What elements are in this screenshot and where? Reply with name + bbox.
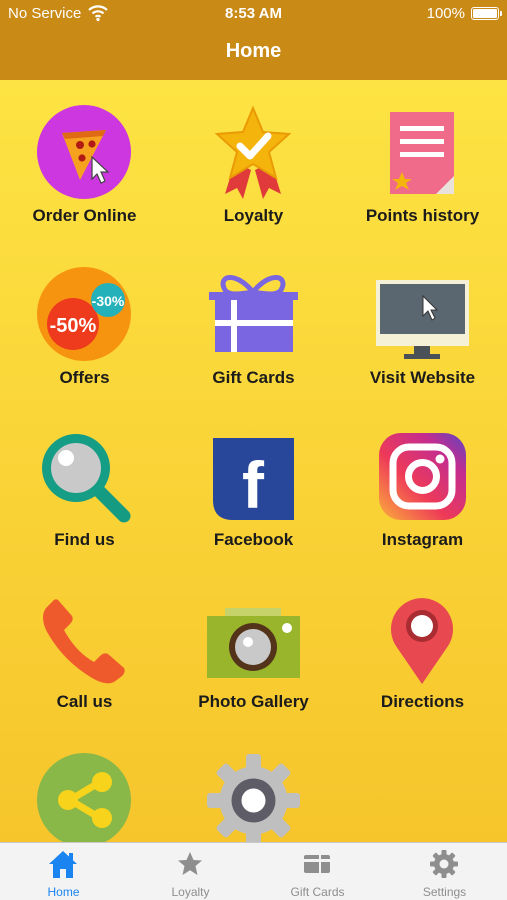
- tile-settings[interactable]: [169, 728, 338, 842]
- svg-text:-30%: -30%: [92, 293, 125, 309]
- map-pin-icon: [374, 590, 471, 687]
- camera-icon: [205, 590, 302, 687]
- tile-label: Points history: [365, 206, 480, 225]
- home-grid: Order Online Loyalty Points history -50%…: [0, 80, 507, 842]
- tile-share[interactable]: [0, 728, 169, 842]
- tile-gift-cards[interactable]: Gift Cards: [169, 242, 338, 404]
- tile-label: Call us: [56, 692, 113, 711]
- tile-label: Directions: [380, 692, 465, 711]
- card-icon: [302, 849, 332, 879]
- facebook-icon: f: [205, 428, 302, 525]
- phone-icon: [36, 590, 133, 687]
- gear-icon: [429, 849, 459, 879]
- tile-label: Loyalty: [223, 206, 284, 225]
- tile-directions[interactable]: Directions: [338, 566, 507, 728]
- badge-star-icon: [205, 104, 302, 201]
- tab-bar: Home Loyalty Gift Cards Settings: [0, 842, 507, 900]
- page-title: Home: [225, 40, 282, 62]
- tile-label: Visit Website: [369, 368, 476, 387]
- svg-text:-50%: -50%: [50, 315, 97, 337]
- tab-label: Gift Cards: [290, 885, 345, 899]
- share-icon: [36, 752, 133, 842]
- tile-instagram[interactable]: Instagram: [338, 404, 507, 566]
- gift-box-icon: [205, 266, 302, 363]
- magnifier-icon: [36, 428, 133, 525]
- tile-label: Photo Gallery: [198, 692, 309, 711]
- tab-label: Home: [47, 885, 80, 899]
- tab-home[interactable]: Home: [0, 843, 127, 900]
- home-icon: [48, 849, 78, 879]
- discount-tag-icon: -50% -30%: [36, 266, 133, 363]
- tile-offers[interactable]: -50% -30% Offers: [0, 242, 169, 404]
- battery-percent: 100%: [426, 5, 465, 22]
- tile-order-online[interactable]: Order Online: [0, 80, 169, 242]
- tile-label: Facebook: [213, 530, 294, 549]
- tile-points-history[interactable]: Points history: [338, 80, 507, 242]
- tile-label: Offers: [59, 368, 110, 387]
- document-star-icon: [374, 104, 471, 201]
- tile-loyalty[interactable]: Loyalty: [169, 80, 338, 242]
- tile-visit-website[interactable]: Visit Website: [338, 242, 507, 404]
- top-bar: No Service 8:53 AM 100% Home: [0, 0, 507, 80]
- tile-photo-gallery[interactable]: Photo Gallery: [169, 566, 338, 728]
- tab-label: Loyalty: [171, 885, 210, 899]
- tile-label: Gift Cards: [212, 368, 295, 387]
- tab-label: Settings: [422, 885, 467, 899]
- pizza-order-icon: [36, 104, 133, 201]
- monitor-cursor-icon: [374, 266, 471, 363]
- tile-label: Order Online: [32, 206, 137, 225]
- tile-label: Find us: [54, 530, 115, 549]
- status-bar: No Service 8:53 AM 100%: [0, 0, 507, 30]
- svg-text:f: f: [242, 448, 265, 522]
- settings-gear-icon: [205, 752, 302, 842]
- tab-loyalty[interactable]: Loyalty: [127, 843, 254, 900]
- battery-icon: [471, 7, 502, 20]
- tile-facebook[interactable]: f Facebook: [169, 404, 338, 566]
- instagram-icon: [374, 428, 471, 525]
- tab-gift-cards[interactable]: Gift Cards: [254, 843, 381, 900]
- tile-label: Instagram: [381, 530, 464, 549]
- tile-find-us[interactable]: Find us: [0, 404, 169, 566]
- tab-settings[interactable]: Settings: [381, 843, 507, 900]
- star-icon: [175, 849, 205, 879]
- tile-call-us[interactable]: Call us: [0, 566, 169, 728]
